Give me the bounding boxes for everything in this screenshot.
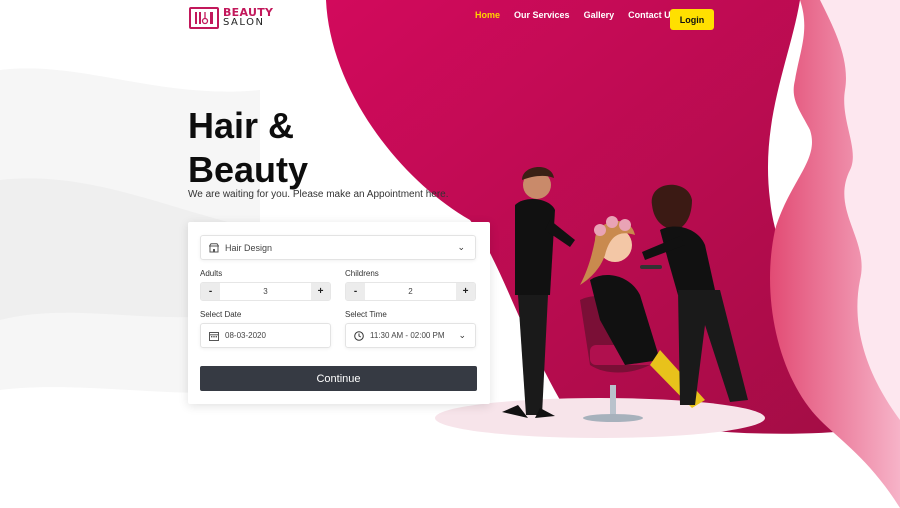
calendar-icon: [209, 331, 219, 341]
adults-stepper: - 3 +: [200, 282, 331, 301]
title-line-1: Hair &: [188, 105, 295, 146]
logo[interactable]: BEAUTY SALON: [189, 7, 273, 29]
adults-value[interactable]: 3: [220, 283, 311, 300]
nav-our-services[interactable]: Our Services: [514, 10, 570, 20]
hero-subtitle: We are waiting for you. Please make an A…: [188, 189, 449, 200]
scissors-comb-icon: [189, 7, 219, 29]
time-label: Select Time: [345, 310, 387, 319]
date-value: 08-03-2020: [225, 331, 266, 340]
nav-contact-us[interactable]: Contact Us: [628, 10, 676, 20]
date-input[interactable]: 08-03-2020: [200, 323, 331, 348]
store-icon: [209, 242, 219, 253]
title-line-2: Beauty: [188, 149, 309, 190]
logo-line-2: SALON: [223, 17, 265, 28]
service-value: Hair Design: [225, 242, 273, 253]
adults-decrement-button[interactable]: -: [201, 283, 220, 300]
childrens-label: Childrens: [345, 269, 379, 278]
page-title: Hair & Beauty: [188, 104, 408, 192]
clock-icon: [354, 330, 364, 341]
childrens-decrement-button[interactable]: -: [346, 283, 365, 300]
adults-label: Adults: [200, 269, 223, 278]
date-label: Select Date: [200, 310, 242, 319]
nav-home[interactable]: Home: [475, 10, 500, 20]
login-button[interactable]: Login: [670, 9, 714, 30]
main-nav: Home Our Services Gallery Contact Us: [475, 10, 690, 20]
adults-increment-button[interactable]: +: [311, 283, 330, 300]
salon-illustration: [502, 166, 748, 422]
nav-gallery[interactable]: Gallery: [584, 10, 615, 20]
